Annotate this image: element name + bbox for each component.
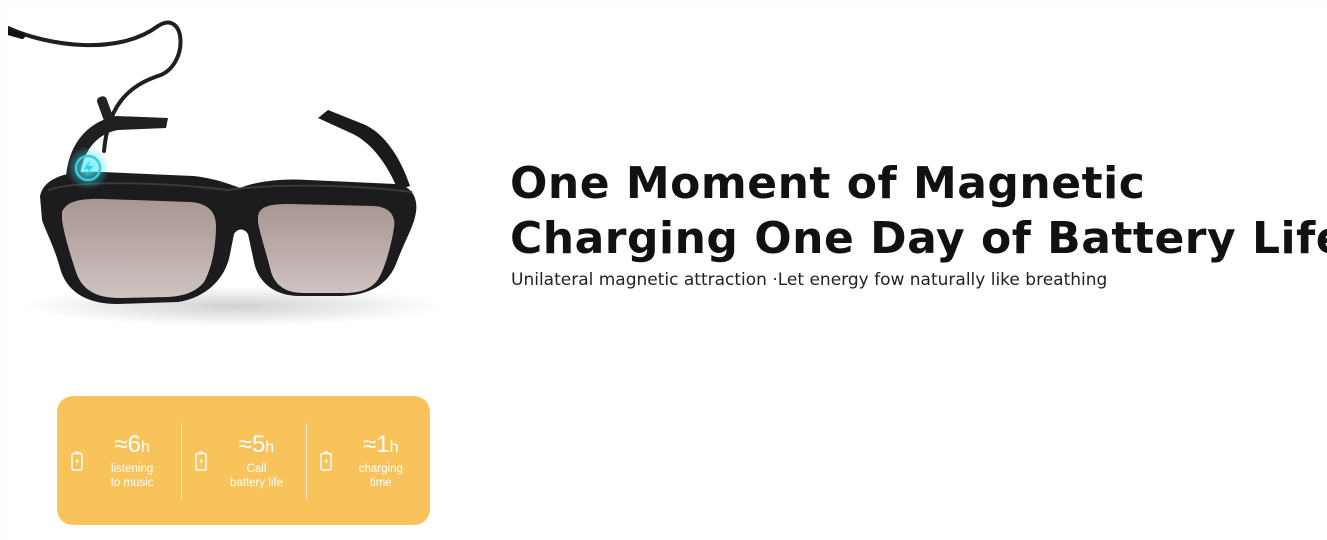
battery-icon [71, 451, 83, 471]
battery-icon [195, 451, 208, 471]
headline-line-2: Charging One Day of Battery Life [510, 213, 1327, 264]
stat-charging: ≈1h charging time [305, 422, 430, 499]
product-banner: One Moment of Magnetic Charging One Day … [8, 6, 1327, 540]
stat-value: ≈5h [238, 431, 275, 458]
battery-stats-panel: ≈6h listening to music ≈5h Call battery li… [57, 396, 430, 525]
smart-glasses-product-image [8, 20, 443, 326]
stat-value: ≈1h [363, 431, 399, 458]
headline: One Moment of Magnetic Charging One Day … [510, 156, 1327, 266]
battery-icon [320, 451, 332, 471]
stat-label: charging time [358, 463, 403, 489]
headline-line-1: One Moment of Magnetic [510, 158, 1146, 209]
stat-value: ≈6h [114, 431, 150, 458]
stat-call: ≈5h Call battery life [181, 422, 305, 499]
stat-label: listening to music [110, 463, 154, 489]
subheadline: Unilateral magnetic attraction ·Let ener… [511, 270, 1108, 290]
stat-label: Call battery life [229, 463, 284, 489]
stat-listening: ≈6h listening to music [57, 423, 181, 499]
